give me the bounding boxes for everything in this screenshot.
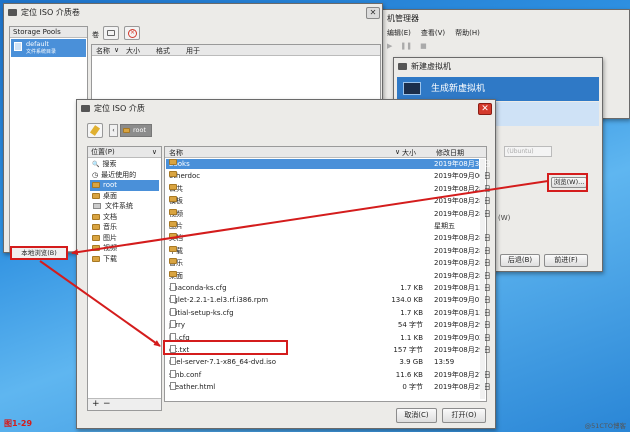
arrow-local-to-iso [39,260,161,347]
arrow-browse-to-local [71,180,549,256]
figure-label: 图1-29 [4,419,33,428]
watermark: @51CTO博客 [584,422,626,430]
annotation-arrows [39,180,549,347]
